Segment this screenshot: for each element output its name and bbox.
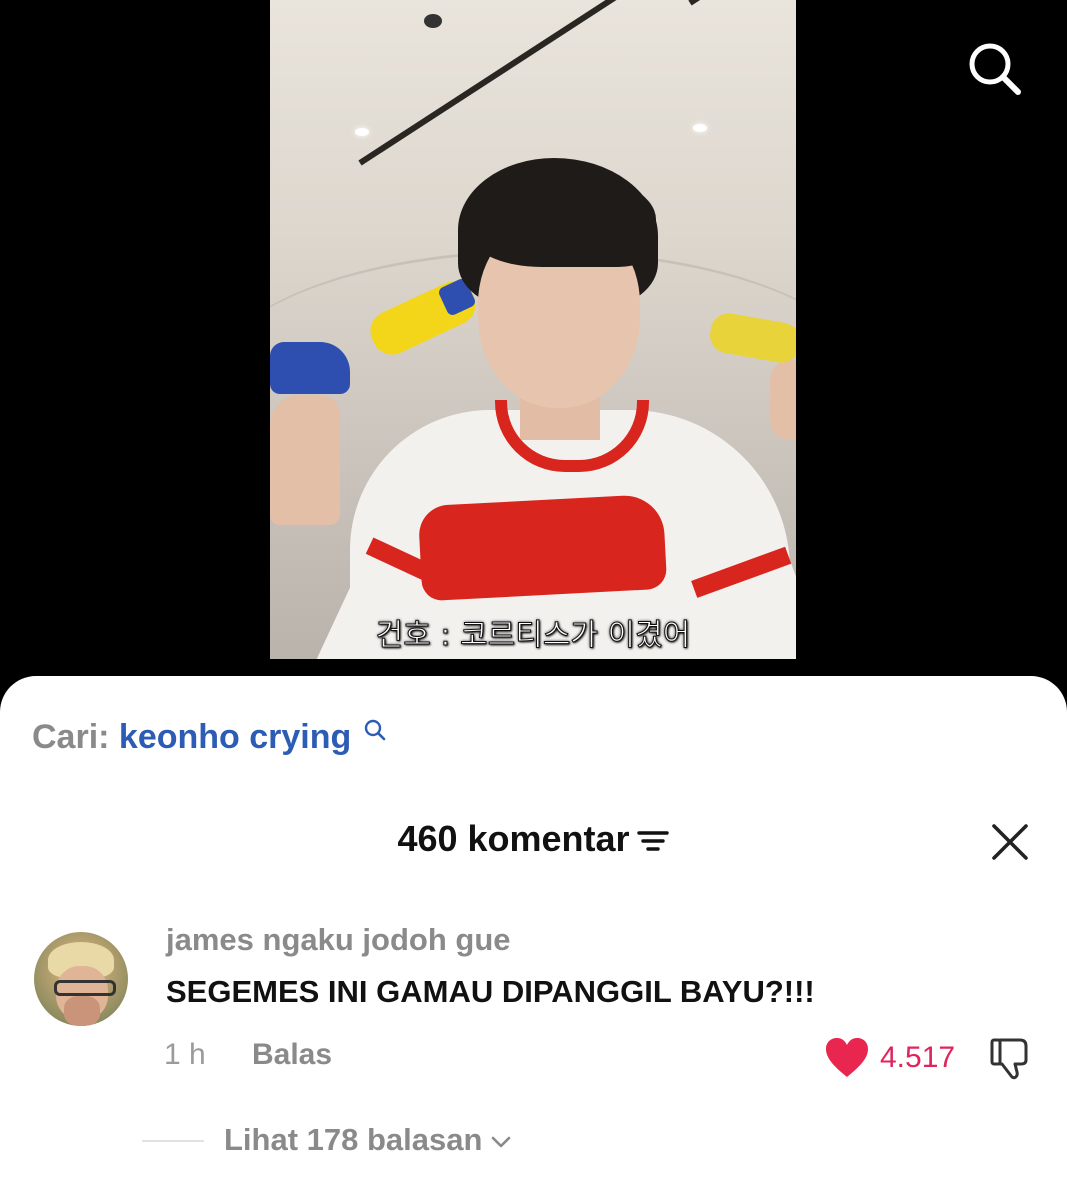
- search-suggestion-prefix: Cari:: [32, 718, 110, 756]
- comment-username[interactable]: james ngaku jodoh gue: [166, 922, 511, 958]
- video-player[interactable]: 건호 : 코르티스가 이겼어: [0, 0, 1067, 700]
- comment-time: 1 h: [164, 1038, 206, 1071]
- view-replies-label: Lihat 178 balasan: [224, 1122, 483, 1157]
- search-button[interactable]: [964, 38, 1024, 98]
- sort-icon[interactable]: [636, 827, 670, 855]
- video-frame: 건호 : 코르티스가 이겼어: [270, 0, 796, 659]
- search-suggestion[interactable]: Cari: keonho crying: [32, 718, 387, 757]
- comments-count: 460 komentar: [397, 818, 630, 859]
- like-button[interactable]: 4.517: [824, 1036, 955, 1080]
- view-replies-button[interactable]: Lihat 178 balasan: [224, 1122, 512, 1158]
- reply-button[interactable]: Balas: [252, 1038, 332, 1072]
- search-suggestion-query[interactable]: keonho crying: [119, 718, 351, 756]
- close-icon: [992, 824, 1028, 860]
- close-button[interactable]: [988, 820, 1032, 864]
- dislike-button[interactable]: [986, 1034, 1034, 1082]
- heart-icon: [826, 1038, 868, 1077]
- dislike-icon: [990, 1038, 1028, 1080]
- avatar[interactable]: [34, 932, 128, 1026]
- search-icon: [364, 719, 386, 741]
- comment-meta: 1 h: [164, 1038, 206, 1072]
- replies-divider: [142, 1140, 204, 1142]
- search-icon: [969, 43, 1021, 95]
- chevron-down-icon: [492, 1136, 511, 1148]
- video-subtitle: 건호 : 코르티스가 이겼어: [375, 618, 691, 654]
- comment-text: SEGEMES INI GAMAU DIPANGGIL BAYU?!!!: [166, 974, 815, 1009]
- comments-header: 460 komentar: [0, 818, 1067, 860]
- like-count: 4.517: [880, 1041, 956, 1074]
